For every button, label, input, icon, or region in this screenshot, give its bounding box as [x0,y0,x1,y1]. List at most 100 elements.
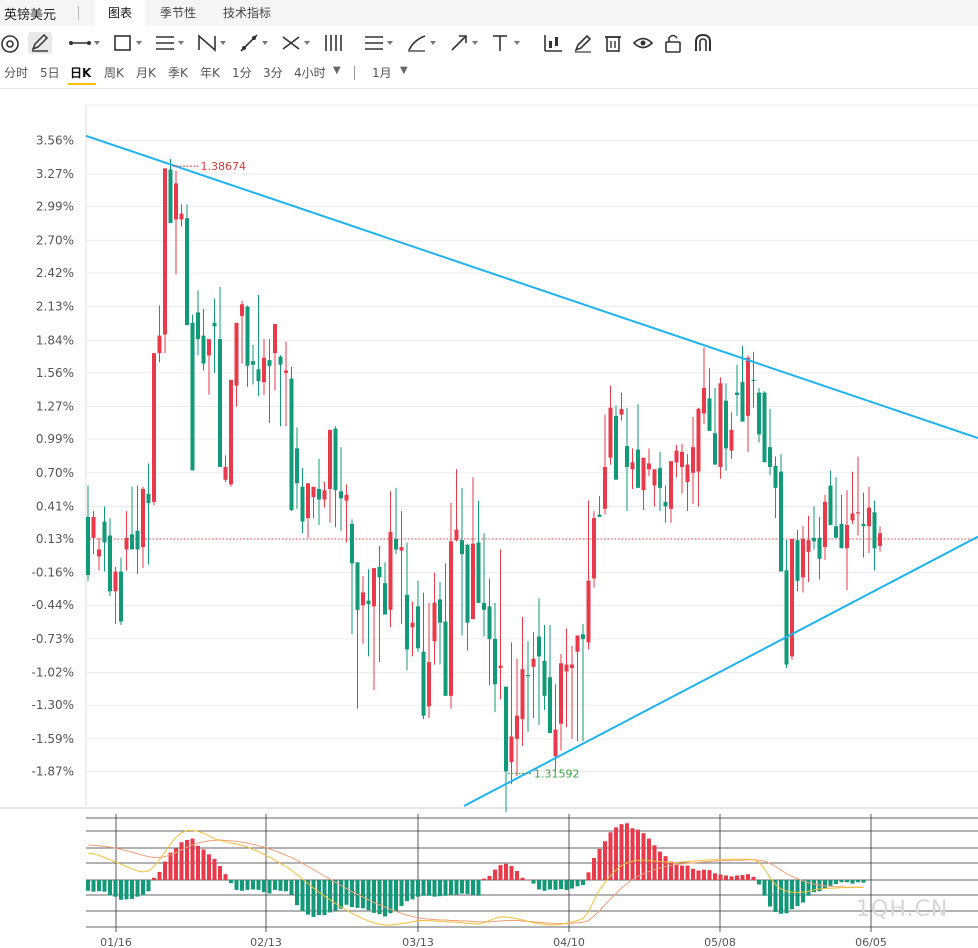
macd-bar [119,880,123,900]
period-monthly[interactable]: 月K [136,64,156,81]
macd-bar [311,880,316,917]
range-select[interactable]: 1月 [372,64,392,81]
candle-body [548,677,552,734]
tab-seasonality[interactable]: 季节性 [150,0,206,26]
period-yearly[interactable]: 年K [200,64,220,81]
macd-bar [729,876,734,880]
rect-tool-icon[interactable] [112,32,146,54]
candle-body [812,537,816,542]
macd-bar [718,874,723,880]
lock-icon[interactable] [662,32,684,54]
candle-body [372,568,376,607]
candle-body [245,306,250,366]
magnet-icon[interactable] [692,32,714,54]
y-tick-label: 0.99% [36,432,74,446]
fib-icon[interactable] [238,32,272,54]
y-tick-label: -1.30% [32,698,74,712]
y-tick-label: 2.99% [36,200,74,214]
candle-body [729,429,734,451]
macd-bar [592,857,596,880]
price-chart: 3.56% 3.27% 2.99% 2.70% 2.42% 2.13% 1.84% 1.56%… [0,104,978,948]
period-1min[interactable]: 1分 [232,64,252,81]
macd-bar [410,880,415,900]
candle-body [493,638,497,685]
macd-bar [861,880,866,883]
candle-body [603,466,607,509]
period-quarterly[interactable]: 季K [168,64,188,81]
candle-body [201,335,206,364]
macd-bar [515,871,519,880]
candle-body [614,415,618,480]
candle-body [229,379,233,485]
macd-bar [636,829,640,880]
candle-body [762,392,767,463]
macd-bar [498,865,503,880]
period-3min[interactable]: 3分 [263,64,283,81]
fib-fan-icon[interactable] [322,32,356,54]
candle-settings-icon[interactable] [542,32,564,54]
macd-bar [146,880,151,892]
macd-bar [586,872,591,880]
parallel-lines-icon[interactable] [154,32,188,54]
candle-body [867,507,871,527]
pencil-icon[interactable] [572,32,594,54]
macd-bar [850,880,855,884]
macd-bar [696,870,701,880]
macd-bar [168,852,173,880]
candle-body [306,483,310,519]
top-bar: 英镑美元 图表 季节性 技术指标 [0,0,978,26]
period-4hour[interactable]: 4小时 [294,64,326,81]
y-tick-label: 0.41% [36,499,74,513]
macd-bar [427,880,431,896]
min-marker-label: 1.31592 [534,767,580,780]
brush-icon[interactable] [406,32,440,54]
candle-body [300,486,305,522]
macd-bar [432,880,437,897]
trash-icon[interactable] [602,32,624,54]
pattern-icon[interactable] [196,32,230,54]
candle-body [267,360,272,366]
text-icon[interactable] [490,32,524,54]
period-5day[interactable]: 5日 [40,64,60,81]
macd-bar [449,880,453,895]
candle-body [108,535,112,592]
period-weekly[interactable]: 周K [104,64,124,81]
macd-bar [834,880,838,885]
candle-body [828,485,833,526]
candle-body [350,523,354,564]
candle-body [295,448,299,484]
candle-body [839,523,844,549]
candle-body [394,539,398,550]
macd-bar [289,880,294,895]
arrow-icon[interactable] [448,32,482,54]
macd-bar [240,880,244,891]
macd-bar [823,880,827,889]
macd-bar [471,880,475,895]
tab-indicators[interactable]: 技术指标 [214,0,280,26]
macd-bar [333,880,338,911]
candle-body [91,516,96,538]
macd-bar [768,880,772,907]
candle-body [570,664,574,668]
candle-body [377,566,382,578]
tab-chart[interactable]: 图表 [95,0,145,26]
macd-bar [724,875,728,880]
period-intraday[interactable]: 分时 [4,64,28,81]
macd-bar [762,880,767,896]
macd-bar [421,880,426,896]
period-daily[interactable]: 日K [70,64,91,81]
chevron-down-icon[interactable]: ▼ [333,65,341,76]
macd-bar [674,864,679,880]
chevron-down-icon[interactable]: ▼ [400,65,408,76]
candle-body [751,379,756,381]
measure-icon[interactable] [362,32,396,54]
candle-body [482,602,486,610]
eye-icon[interactable] [632,32,654,54]
gauge-icon[interactable] [0,32,22,54]
candle-body [608,407,613,458]
line-tool-icon[interactable] [68,32,102,54]
candle-body [438,599,442,623]
cross-lines-icon[interactable] [280,32,314,54]
macd-bar [630,828,635,880]
pen-icon[interactable] [28,32,52,54]
